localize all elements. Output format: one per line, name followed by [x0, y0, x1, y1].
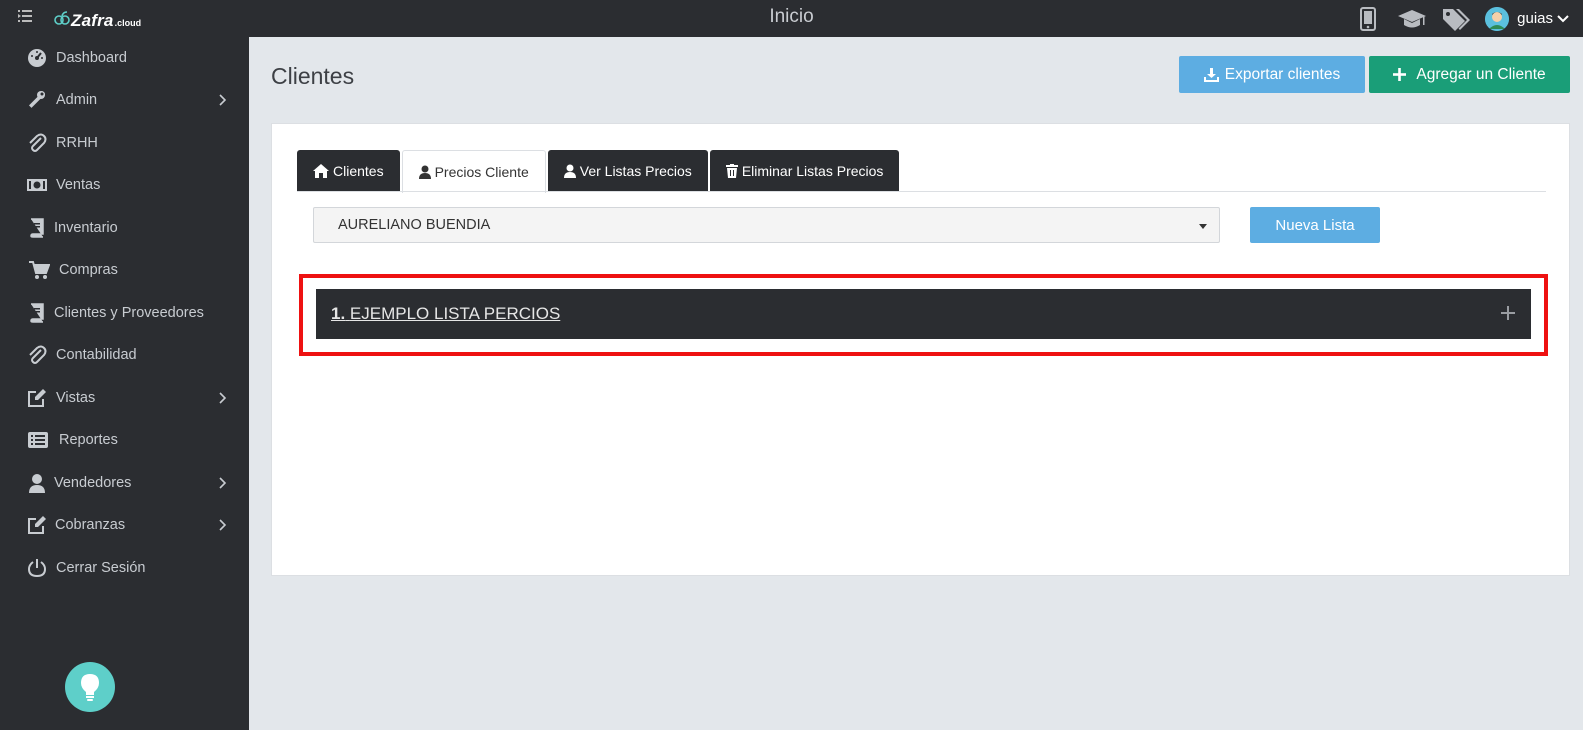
add-client-button[interactable]: Agregar un Cliente	[1369, 56, 1570, 93]
tab-label: Precios Cliente	[434, 164, 529, 180]
caret-down-icon	[1199, 224, 1207, 229]
money-icon	[26, 175, 48, 195]
sidebar-item-vistas[interactable]: Vistas	[0, 377, 249, 419]
plus-icon	[1393, 68, 1407, 81]
sidebar-item-reportes[interactable]: Reportes	[0, 419, 249, 461]
sidebar-item-inventario[interactable]: Inventario	[0, 207, 249, 249]
page-title: Clientes	[271, 63, 355, 89]
lightbulb-icon	[79, 672, 101, 702]
user-name: guias	[1517, 10, 1553, 27]
user-menu[interactable]: guias	[1485, 6, 1569, 31]
power-icon	[26, 558, 48, 578]
sidebar-item-contabilidad[interactable]: Contabilidad	[0, 334, 249, 376]
client-select[interactable]: AURELIANO BUENDIA	[313, 207, 1220, 243]
topbar-actions: guias	[1339, 0, 1569, 37]
dashboard-icon	[26, 48, 48, 68]
mobile-icon[interactable]	[1353, 5, 1383, 33]
chevron-right-icon	[218, 392, 228, 404]
tab-precios-cliente[interactable]: Precios Cliente	[401, 150, 546, 193]
client-select-value: AURELIANO BUENDIA	[338, 217, 491, 233]
sidebar-item-label: Dashboard	[56, 50, 127, 66]
trash-icon	[725, 164, 738, 178]
book-icon	[26, 218, 48, 238]
sidebar: Dashboard Admin RRHH Ventas Inventario C…	[0, 37, 249, 730]
edit-icon	[26, 515, 48, 535]
chevron-down-icon	[1557, 12, 1569, 26]
sidebar-item-label: Clientes y Proveedores	[54, 305, 204, 321]
export-clients-button[interactable]: Exportar clientes	[1179, 56, 1365, 93]
sidebar-item-label: Reportes	[59, 432, 118, 448]
top-bar: Zafra .cloud Inicio guias	[0, 0, 1583, 37]
tab-label: Clientes	[333, 163, 384, 179]
sidebar-item-compras[interactable]: Compras	[0, 249, 249, 291]
tab-label: Ver Listas Precios	[579, 163, 692, 179]
sidebar-item-label: Admin	[56, 92, 98, 108]
export-clients-label: Exportar clientes	[1224, 65, 1341, 83]
user-icon	[418, 165, 431, 179]
tab-label: Eliminar Listas Precios	[741, 163, 884, 179]
sidebar-item-label: Vistas	[56, 390, 96, 406]
sidebar-item-clientes-proveedores[interactable]: Clientes y Proveedores	[0, 292, 249, 334]
help-bulb-button[interactable]	[65, 662, 115, 712]
home-icon	[313, 164, 329, 178]
app-logo[interactable]: Zafra .cloud	[54, 10, 141, 30]
highlight-box: 1. EJEMPLO LISTA PERCIOS	[299, 274, 1548, 356]
price-list-title: 1. EJEMPLO LISTA PERCIOS	[331, 304, 560, 324]
plus-icon[interactable]	[1497, 302, 1519, 324]
avatar	[1485, 6, 1510, 31]
list-icon	[27, 430, 49, 450]
tags-icon[interactable]	[1441, 5, 1471, 33]
sidebar-item-label: Cobranzas	[55, 517, 126, 533]
sidebar-item-label: Cerrar Sesión	[56, 560, 146, 576]
wrench-icon	[26, 90, 48, 110]
tab-divider	[297, 191, 1546, 192]
sidebar-item-rrhh[interactable]: RRHH	[0, 122, 249, 164]
sidebar-item-label: Inventario	[54, 220, 118, 236]
cart-icon	[28, 260, 50, 280]
tab-bar: Clientes Precios Cliente Ver Listas Prec…	[297, 150, 901, 193]
price-list-accordion-header[interactable]: 1. EJEMPLO LISTA PERCIOS	[316, 289, 1531, 339]
new-list-button[interactable]: Nueva Lista	[1250, 207, 1380, 243]
graduation-cap-icon[interactable]	[1397, 5, 1427, 33]
logo-text: Zafra	[71, 11, 114, 30]
menu-toggle-icon[interactable]	[18, 9, 36, 27]
sidebar-item-label: Ventas	[56, 177, 101, 193]
main-card: Clientes Precios Cliente Ver Listas Prec…	[271, 123, 1570, 576]
download-icon	[1203, 67, 1219, 82]
sidebar-item-admin[interactable]: Admin	[0, 79, 249, 121]
sidebar-item-label: RRHH	[56, 135, 98, 151]
sidebar-item-label: Compras	[59, 262, 118, 278]
sidebar-item-vendedores[interactable]: Vendedores	[0, 462, 249, 504]
price-list-number: 1.	[331, 304, 346, 323]
sidebar-item-dashboard[interactable]: Dashboard	[0, 37, 249, 79]
chevron-right-icon	[218, 94, 228, 106]
chevron-right-icon	[218, 519, 228, 531]
edit-icon	[26, 388, 48, 408]
logo-mark-icon	[54, 11, 70, 25]
sidebar-item-ventas[interactable]: Ventas	[0, 164, 249, 206]
paperclip-icon	[26, 345, 48, 365]
sidebar-item-cerrar-sesion[interactable]: Cerrar Sesión	[0, 547, 249, 589]
sidebar-item-label: Vendedores	[54, 475, 132, 491]
tab-eliminar-listas-precios[interactable]: Eliminar Listas Precios	[709, 150, 900, 192]
user-icon	[26, 473, 48, 493]
tab-ver-listas-precios[interactable]: Ver Listas Precios	[547, 150, 708, 192]
logo-suffix: .cloud	[114, 18, 142, 28]
paperclip-icon	[26, 133, 48, 153]
chevron-right-icon	[218, 477, 228, 489]
book-icon	[26, 303, 48, 323]
tab-clientes[interactable]: Clientes	[297, 150, 400, 192]
sidebar-item-label: Contabilidad	[56, 347, 137, 363]
price-list-name: EJEMPLO LISTA PERCIOS	[349, 304, 561, 323]
user-icon	[563, 164, 576, 178]
add-client-label: Agregar un Cliente	[1416, 65, 1546, 83]
sidebar-item-cobranzas[interactable]: Cobranzas	[0, 504, 249, 546]
